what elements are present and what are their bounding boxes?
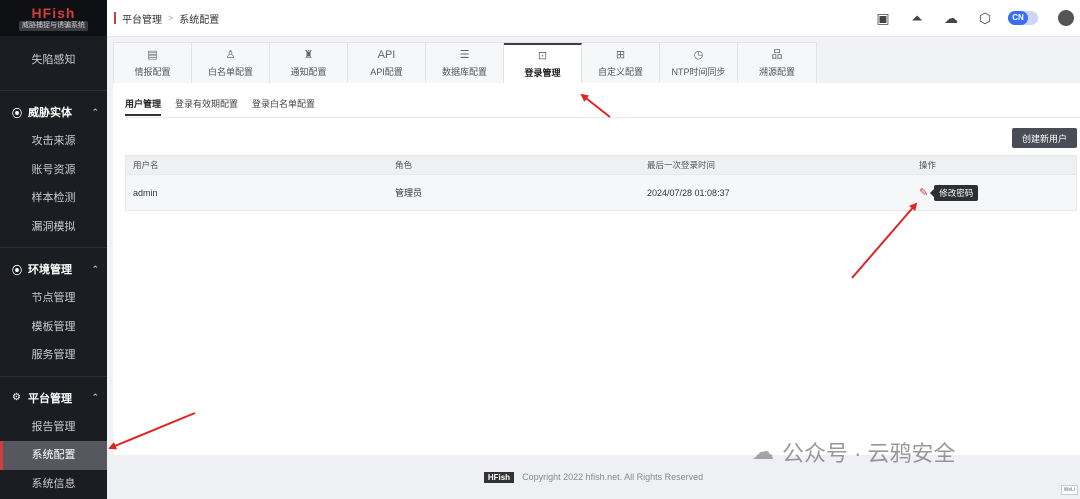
sidebar-group-title: 威胁实体 [28,107,72,119]
cell-username: admin [133,187,158,198]
tab-label: 数据库配置 [441,67,487,77]
tab-label: 通知配置 [290,67,327,77]
breadcrumb-accent [114,12,116,24]
doc-icon: ▤ [147,49,158,61]
corner-tag: WeLi [1060,485,1078,495]
column-header-role: 角色 [395,160,413,170]
chevron-up-icon: ⌃ [91,263,99,274]
rocket-icon[interactable]: ⏶ [900,10,934,27]
tab-label: API配置 [370,67,403,77]
sidebar-item-account-resources[interactable]: 账号资源 [0,156,107,185]
sidebar-item-system-info[interactable]: 系统信息 [0,470,107,499]
language-toggle[interactable]: CN [1008,11,1038,25]
sidebar-item-report-management[interactable]: 报告管理 [0,413,107,442]
sidebar-divider [0,375,107,377]
footer-copyright: Copyright 2022 hfish.net. All Rights Res… [522,472,704,482]
column-header-last-login: 最后一次登录时间 [647,160,716,170]
tab-custom-config[interactable]: ⊞ 自定义配置 [582,43,660,83]
wechat-icon: ☁ [752,439,774,464]
tab-label: NTP时间同步 [671,67,726,77]
sidebar: HFish 威胁捕捉与诱骗系统 失陷感知 ⦿ 威胁实体 ⌃ 攻击来源 账号资源 … [0,0,107,499]
create-user-button[interactable]: 创建新用户 [1012,128,1077,148]
sidebar-group-title: 环境管理 [28,264,72,276]
grid-icon: ⊞ [615,49,626,61]
sidebar-item-sample-detection[interactable]: 样本检测 [0,184,107,213]
sidebar-group-title: 平台管理 [28,392,72,405]
change-password-tooltip: 修改密码 [930,184,979,201]
tab-label: 登录管理 [524,68,561,78]
sidebar-divider [0,247,107,248]
subtab-user-management[interactable]: 用户管理 [125,97,162,116]
target-icon: ⦿ [12,108,22,120]
sidebar-item-system-config[interactable]: 系统配置 [0,441,107,470]
database-icon: ☰ [459,49,470,61]
tab-notification-config[interactable]: ♜ 通知配置 [270,43,348,83]
header-icons: ▣ ⏶ ☁ ⬡ CN [866,10,1080,27]
sidebar-item-service-management[interactable]: 服务管理 [0,341,107,370]
tab-label: 白名单配置 [207,67,253,77]
tab-database-config[interactable]: ☰ 数据库配置 [426,43,504,83]
sitemap-icon: 品 [771,49,783,61]
table-header: 用户名 角色 最后一次登录时间 操作 [126,156,1076,174]
avatar[interactable] [1058,10,1074,26]
breadcrumb-item[interactable]: 平台管理 [122,11,162,26]
tab-intelligence-config[interactable]: ▤ 情报配置 [114,43,192,83]
login-icon: ⊡ [537,50,548,62]
logo: HFish 威胁捕捉与诱骗系统 [0,0,107,36]
watermark: ☁ 公众号 · 云鸦安全 [752,436,956,468]
gears-icon: ⚙ [12,392,21,403]
tab-label: 自定义配置 [597,67,643,77]
api-icon: API [377,49,396,61]
tab-label: 情报配置 [134,67,171,77]
tab-api-config[interactable]: API API配置 [348,43,426,83]
breadcrumb: 平台管理 > 系统配置 [107,11,219,26]
sidebar-divider [0,90,107,91]
tab-whitelist-config[interactable]: ♙ 白名单配置 [192,43,270,83]
config-tabs: ▤ 情报配置 ♙ 白名单配置 ♜ 通知配置 API API配置 ☰ 数据库配置 … [113,42,817,84]
subtab-divider [125,117,1080,118]
target-icon: ⦿ [12,265,22,277]
watermark-text: 公众号 · 云鸦安全 [782,441,956,466]
chevron-up-icon: ⌃ [91,106,99,117]
sidebar-item-compromise-perception[interactable]: 失陷感知 [0,36,107,84]
cell-actions: ✎ 修改密码 [912,184,1076,201]
user-table: 用户名 角色 最后一次登录时间 操作 admin 管理员 2024/07/28 … [125,155,1077,211]
breadcrumb-separator-icon: > [168,13,174,23]
hexagon-icon[interactable]: ⬡ [968,10,1002,27]
sidebar-item-vuln-simulation[interactable]: 漏洞模拟 [0,213,107,242]
tab-traceability-config[interactable]: 品 溯源配置 [738,43,816,83]
tab-label: 溯源配置 [758,67,795,77]
subtab-login-validity[interactable]: 登录有效期配置 [175,97,238,116]
subtab-login-whitelist[interactable]: 登录白名单配置 [252,97,315,116]
sidebar-group-platform[interactable]: ⚙ 平台管理 ⌃ [0,383,107,413]
edit-password-icon[interactable]: ✎ [919,186,928,199]
sidebar-item-template-management[interactable]: 模板管理 [0,313,107,342]
footer-badge: HFish [483,471,515,483]
cell-role: 管理员 [395,188,423,198]
clock-icon: ◷ [693,49,704,61]
sidebar-group-environment[interactable]: ⦿ 环境管理 ⌃ [0,254,107,284]
sidebar-item-attack-source[interactable]: 攻击来源 [0,127,107,156]
sidebar-group-threat-entities[interactable]: ⦿ 威胁实体 ⌃ [0,97,107,127]
tab-login-management[interactable]: ⊡ 登录管理 [504,43,582,83]
sidebar-item-node-management[interactable]: 节点管理 [0,284,107,313]
top-header: 平台管理 > 系统配置 ▣ ⏶ ☁ ⬡ CN [107,0,1080,37]
language-toggle-label: CN [1008,11,1028,25]
logo-subtitle: 威胁捕捉与诱骗系统 [19,20,88,31]
book-icon[interactable]: ▣ [866,10,900,27]
tab-ntp-sync[interactable]: ◷ NTP时间同步 [660,43,738,83]
cell-last-login: 2024/07/28 01:08:37 [647,187,730,198]
wechat-icon[interactable]: ☁ [934,10,968,27]
column-header-actions: 操作 [919,160,937,170]
content-panel: 用户管理 登录有效期配置 登录白名单配置 创建新用户 用户名 角色 最后一次登录… [113,83,1080,455]
breadcrumb-item-current: 系统配置 [179,14,220,26]
chevron-up-icon: ⌃ [91,392,99,402]
column-header-username: 用户名 [133,160,159,170]
table-row: admin 管理员 2024/07/28 01:08:37 ✎ 修改密码 [126,174,1076,210]
sub-tabs: 用户管理 登录有效期配置 登录白名单配置 [125,97,315,116]
bell-icon: ♜ [303,49,314,61]
logo-title: HFish [31,4,76,21]
user-outline-icon: ♙ [225,49,236,61]
